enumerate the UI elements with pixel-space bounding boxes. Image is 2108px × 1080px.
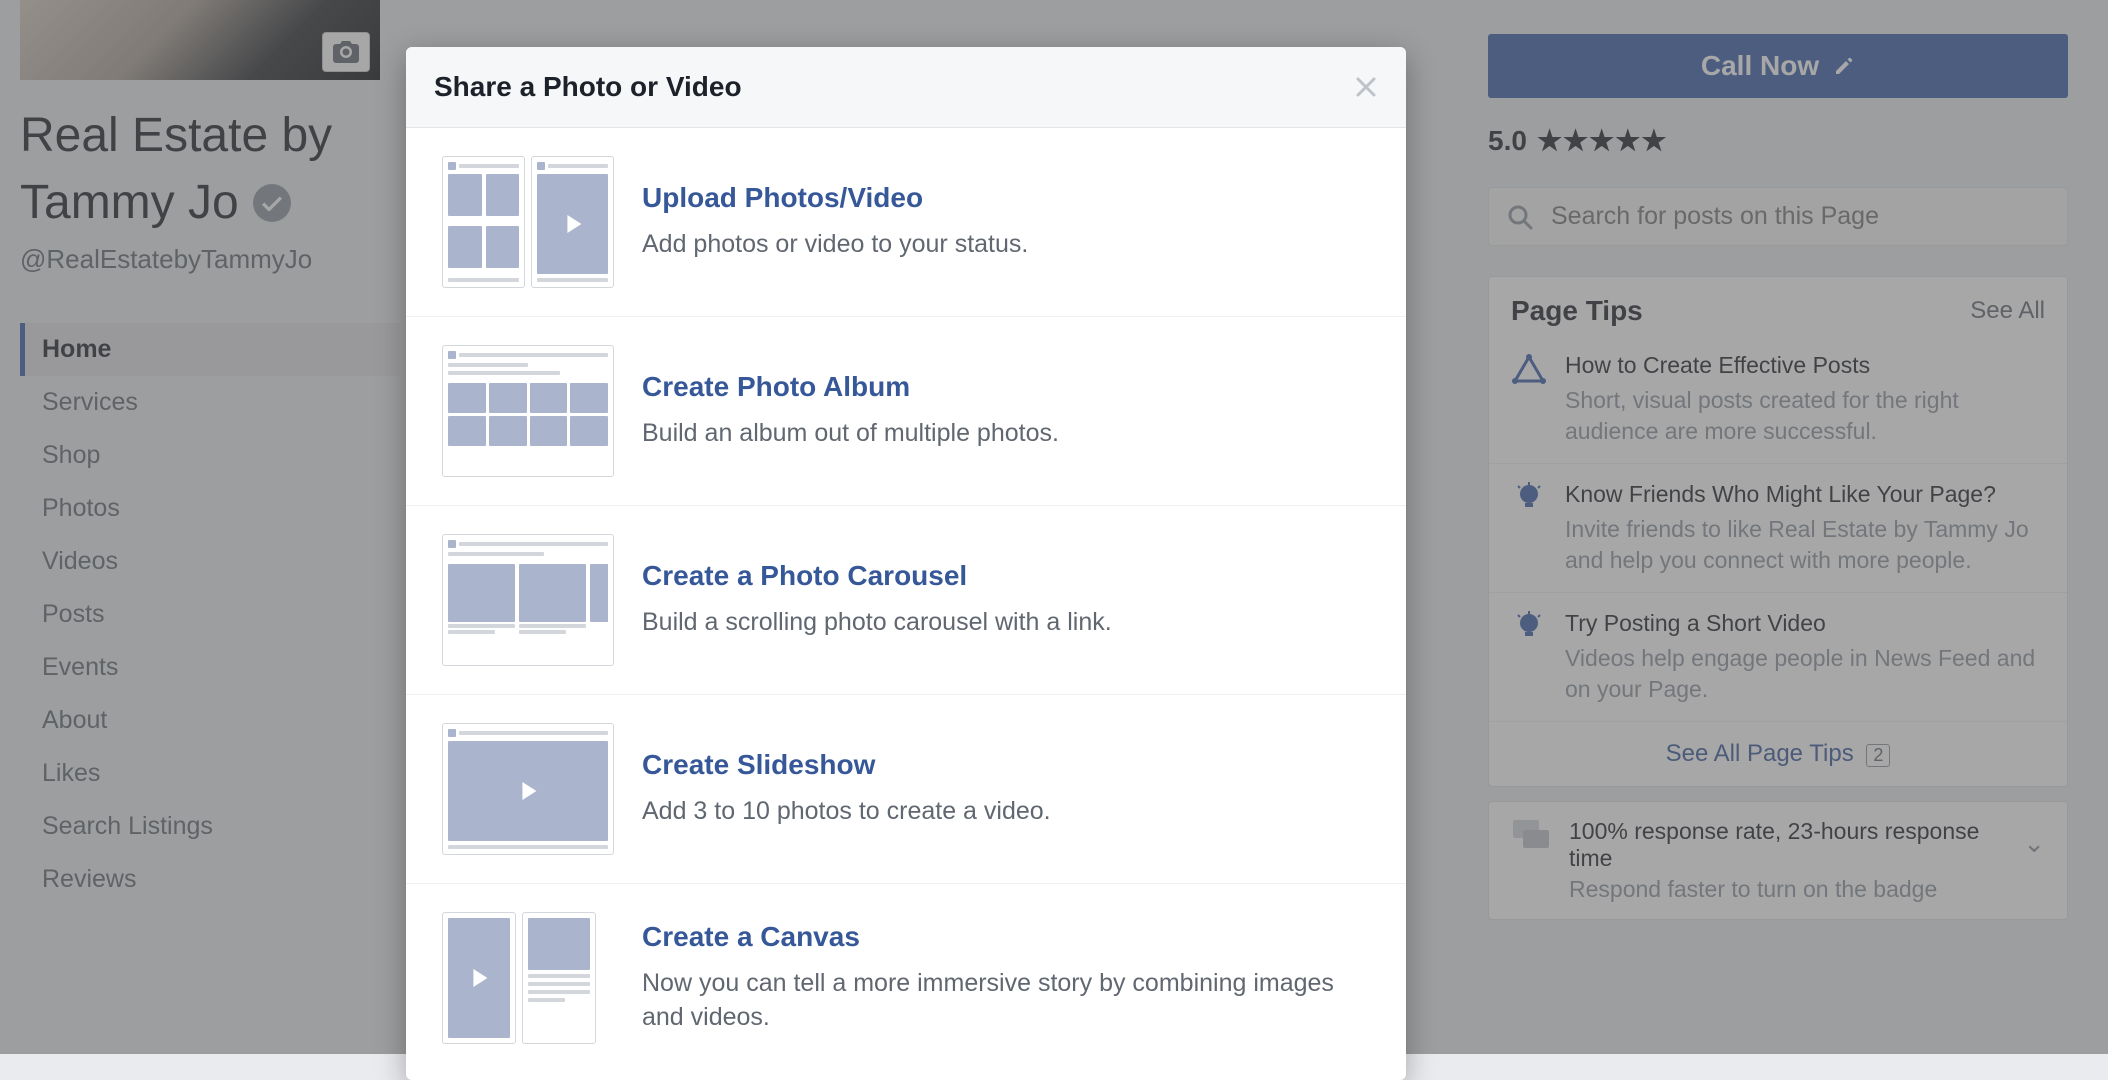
option-desc: Build a scrolling photo carousel with a … [642,606,1370,640]
option-title: Upload Photos/Video [642,182,1370,214]
option-desc: Build an album out of multiple photos. [642,417,1370,451]
option-title: Create Photo Album [642,371,1370,403]
thumbnail-album-icon [442,345,614,477]
option-desc: Add photos or video to your status. [642,228,1370,262]
option-title: Create a Photo Carousel [642,560,1370,592]
option-create-photo-album[interactable]: Create Photo Album Build an album out of… [406,317,1406,506]
thumbnail-upload-icon [442,156,614,288]
option-desc: Now you can tell a more immersive story … [642,967,1370,1035]
option-create-photo-carousel[interactable]: Create a Photo Carousel Build a scrollin… [406,506,1406,695]
thumbnail-slideshow-icon [442,723,614,855]
option-create-slideshow[interactable]: Create Slideshow Add 3 to 10 photos to c… [406,695,1406,884]
option-upload-photos-video[interactable]: Upload Photos/Video Add photos or video … [406,128,1406,317]
option-title: Create Slideshow [642,749,1370,781]
thumbnail-canvas-icon [442,912,614,1044]
modal-title: Share a Photo or Video [434,71,742,103]
share-photo-video-modal: Share a Photo or Video Upload Photos/Vi [406,47,1406,1080]
option-create-canvas[interactable]: Create a Canvas Now you can tell a more … [406,884,1406,1080]
thumbnail-carousel-icon [442,534,614,666]
modal-header: Share a Photo or Video [406,47,1406,128]
option-title: Create a Canvas [642,921,1370,953]
close-icon [1354,75,1378,99]
modal-close-button[interactable] [1354,75,1378,99]
option-desc: Add 3 to 10 photos to create a video. [642,795,1370,829]
